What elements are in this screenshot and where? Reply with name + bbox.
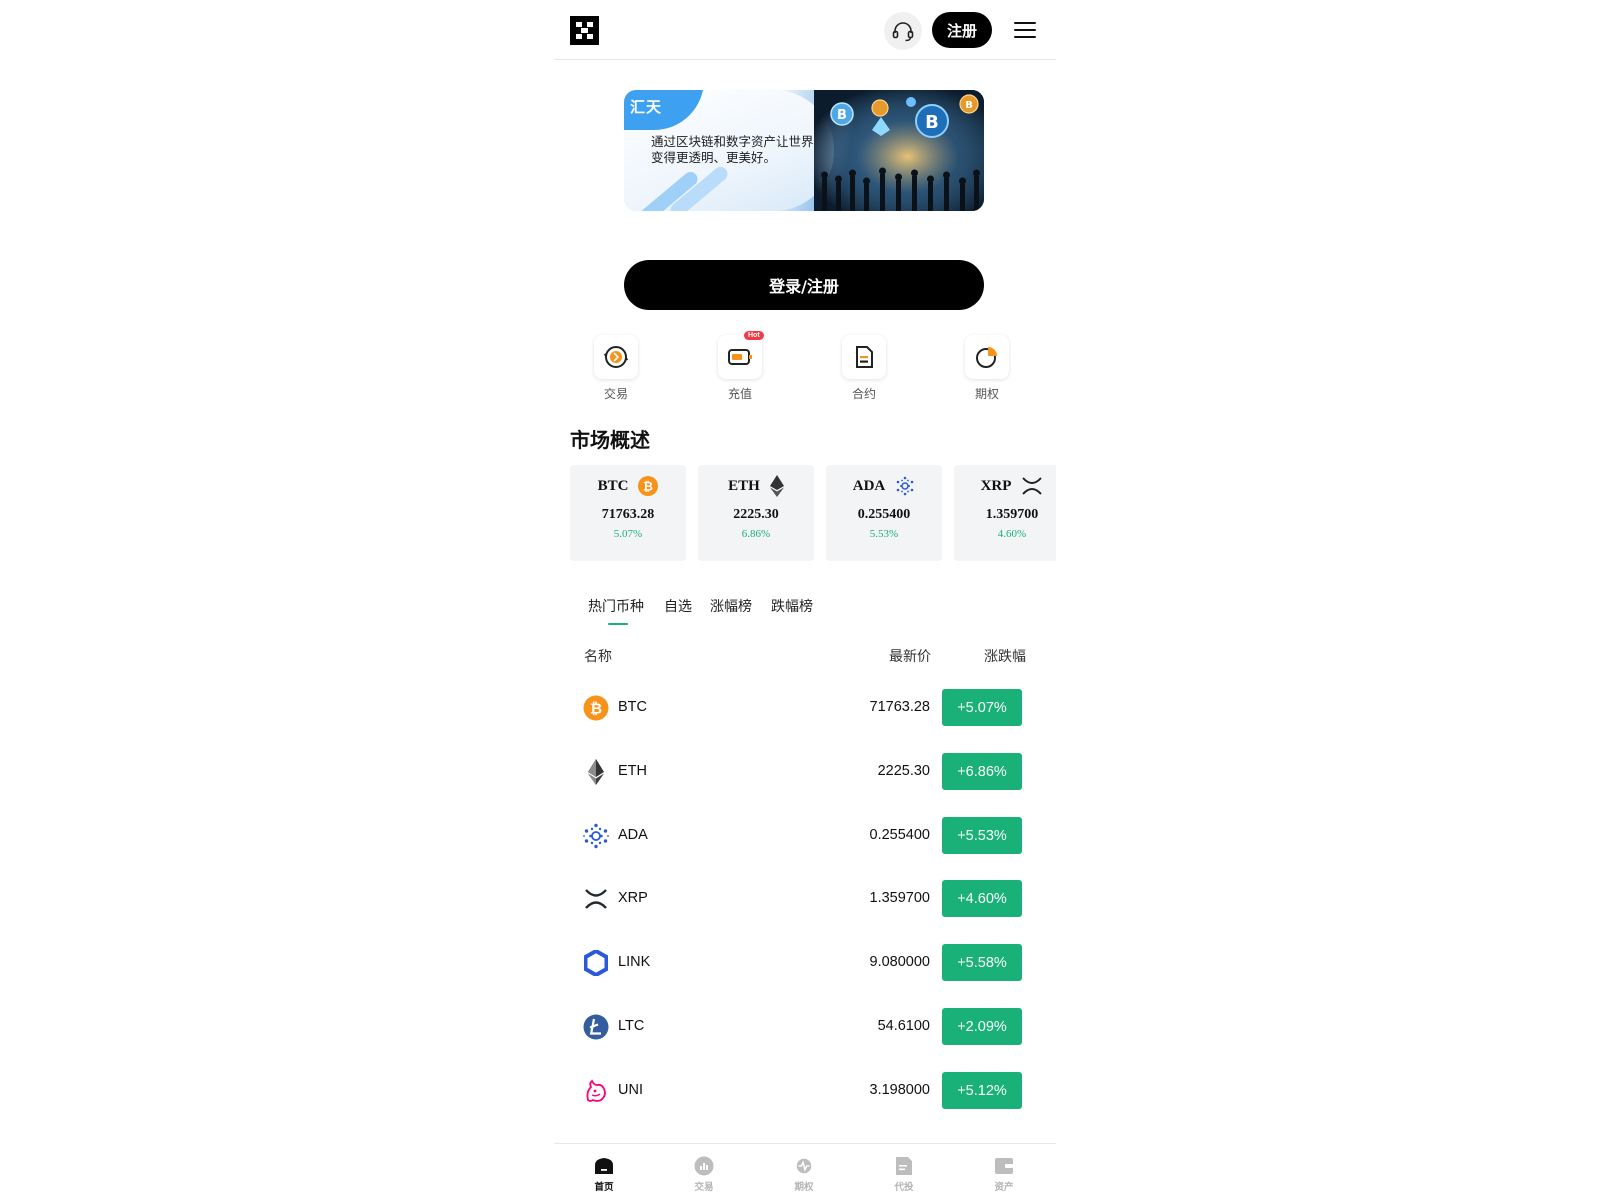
nav-trade[interactable]: 交易 [674, 1156, 734, 1196]
coin-price: 2225.30 [877, 763, 930, 779]
coin-price: 3.198000 [869, 1082, 930, 1098]
market-card-xrp[interactable]: XRP 1.359700 4.60% [954, 465, 1056, 561]
trade-exchange-icon [594, 335, 638, 379]
coin-symbol: ETH [618, 763, 647, 779]
app-logo[interactable] [570, 16, 599, 45]
deposit-icon [718, 335, 762, 379]
bottom-nav: 首页 交易 期权 代投 资产 [554, 1143, 1056, 1200]
svg-text:B: B [837, 108, 847, 123]
btc-icon: ₿ [583, 695, 609, 721]
xrp-icon [1022, 477, 1043, 495]
market-card-btc[interactable]: BTC ₿ 71763.28 5.07% [570, 465, 686, 561]
coin-price: 71763.28 [869, 699, 930, 715]
coin-symbol: LTC [618, 1018, 645, 1034]
ada-icon [583, 823, 609, 849]
action-trade[interactable]: 交易 [576, 335, 656, 405]
app-root: 注册 汇天 通过区块链和数字资产让世界变得更透明、更美好。 B B B 登录/注… [554, 0, 1056, 1200]
logo-mark-icon [576, 22, 593, 39]
change-badge: +2.09% [942, 1008, 1022, 1045]
crypto-crowd-illustration: B B B [814, 90, 984, 211]
change-badge: +5.12% [942, 1072, 1022, 1109]
coin-symbol: ADA [618, 827, 648, 843]
table-row[interactable]: UNI 3.198000 +5.12% [554, 1064, 1056, 1128]
table-row[interactable]: LTC 54.6100 +2.09% [554, 1000, 1056, 1064]
table-row[interactable]: ₿ BTC 71763.28 +5.07% [554, 681, 1056, 745]
market-overview-title: 市场概述 [570, 428, 650, 452]
login-register-button[interactable]: 登录/注册 [624, 260, 984, 310]
document-icon [894, 1156, 914, 1176]
wallet-icon [994, 1156, 1014, 1176]
action-options[interactable]: 期权 [947, 335, 1027, 405]
svg-text:₿: ₿ [644, 480, 654, 494]
active-tab-indicator [608, 623, 628, 625]
options-pie-icon [965, 335, 1009, 379]
table-row[interactable]: LINK 9.080000 +5.58% [554, 936, 1056, 1000]
contract-document-icon [842, 335, 886, 379]
action-deposit[interactable]: Hot 充值 [700, 331, 780, 405]
eth-icon [769, 475, 784, 497]
action-contract[interactable]: 合约 [824, 335, 904, 405]
btc-icon: ₿ [638, 476, 659, 496]
xrp-icon [583, 886, 609, 912]
promo-banner[interactable]: 汇天 通过区块链和数字资产让世界变得更透明、更美好。 B B B [624, 90, 984, 211]
nav-options[interactable]: 期权 [774, 1156, 834, 1196]
column-change: 涨跌幅 [984, 649, 1026, 665]
tab-hot-coins[interactable]: 热门币种 [588, 596, 644, 616]
market-cards: BTC ₿ 71763.28 5.07% ETH 2225.30 6.86% A… [570, 465, 1056, 561]
nav-copy-invest[interactable]: 代投 [874, 1156, 934, 1196]
svg-text:B: B [925, 112, 939, 133]
tab-gainers[interactable]: 涨幅榜 [710, 596, 752, 616]
customer-support-button[interactable] [884, 12, 922, 50]
ltc-icon [583, 1014, 609, 1040]
market-card-eth[interactable]: ETH 2225.30 6.86% [698, 465, 814, 561]
change-badge: +5.58% [942, 944, 1022, 981]
tab-losers[interactable]: 跌幅榜 [771, 596, 813, 616]
signup-button[interactable]: 注册 [932, 12, 992, 48]
table-row[interactable]: XRP 1.359700 +4.60% [554, 872, 1056, 936]
change-badge: +6.86% [942, 753, 1022, 790]
coin-price: 0.255400 [869, 827, 930, 843]
home-icon [594, 1156, 614, 1176]
link-icon [583, 950, 609, 976]
svg-text:B: B [965, 100, 973, 111]
nav-home[interactable]: 首页 [574, 1156, 634, 1196]
ada-icon [896, 476, 914, 496]
coin-symbol: UNI [618, 1082, 643, 1098]
banner-brand-logo: 汇天 [630, 98, 663, 116]
column-price: 最新价 [889, 649, 931, 665]
market-tabs: 热门币种 自选 涨幅榜 跌幅榜 [588, 596, 1028, 626]
table-row[interactable]: ADA 0.255400 +5.53% [554, 809, 1056, 873]
table-header: 名称 最新价 涨跌幅 [554, 646, 1056, 666]
eth-icon [583, 759, 609, 785]
quick-actions: 交易 Hot 充值 合约 期权 [554, 331, 1056, 405]
change-badge: +5.53% [942, 817, 1022, 854]
change-badge: +4.60% [942, 880, 1022, 917]
table-row[interactable]: ETH 2225.30 +6.86% [554, 745, 1056, 809]
coin-symbol: BTC [618, 699, 647, 715]
banner-slogan: 通过区块链和数字资产让世界变得更透明、更美好。 [651, 134, 814, 165]
svg-text:₿: ₿ [590, 700, 602, 718]
nav-assets[interactable]: 资产 [974, 1156, 1034, 1196]
options-icon [794, 1156, 814, 1176]
hot-badge: Hot [744, 331, 764, 340]
market-card-ada[interactable]: ADA 0.255400 5.53% [826, 465, 942, 561]
hamburger-menu-icon[interactable] [1014, 20, 1036, 40]
coin-price: 1.359700 [869, 890, 930, 906]
headset-icon [892, 22, 914, 42]
coin-price: 54.6100 [877, 1018, 930, 1034]
change-badge: +5.07% [942, 689, 1022, 726]
tab-favorites[interactable]: 自选 [664, 596, 692, 616]
uni-icon [583, 1078, 609, 1104]
coin-symbol: LINK [618, 954, 651, 970]
column-name: 名称 [584, 649, 612, 665]
top-header: 注册 [554, 0, 1056, 60]
coin-symbol: XRP [618, 890, 648, 906]
coin-price: 9.080000 [869, 954, 930, 970]
trade-chart-icon [694, 1156, 714, 1176]
